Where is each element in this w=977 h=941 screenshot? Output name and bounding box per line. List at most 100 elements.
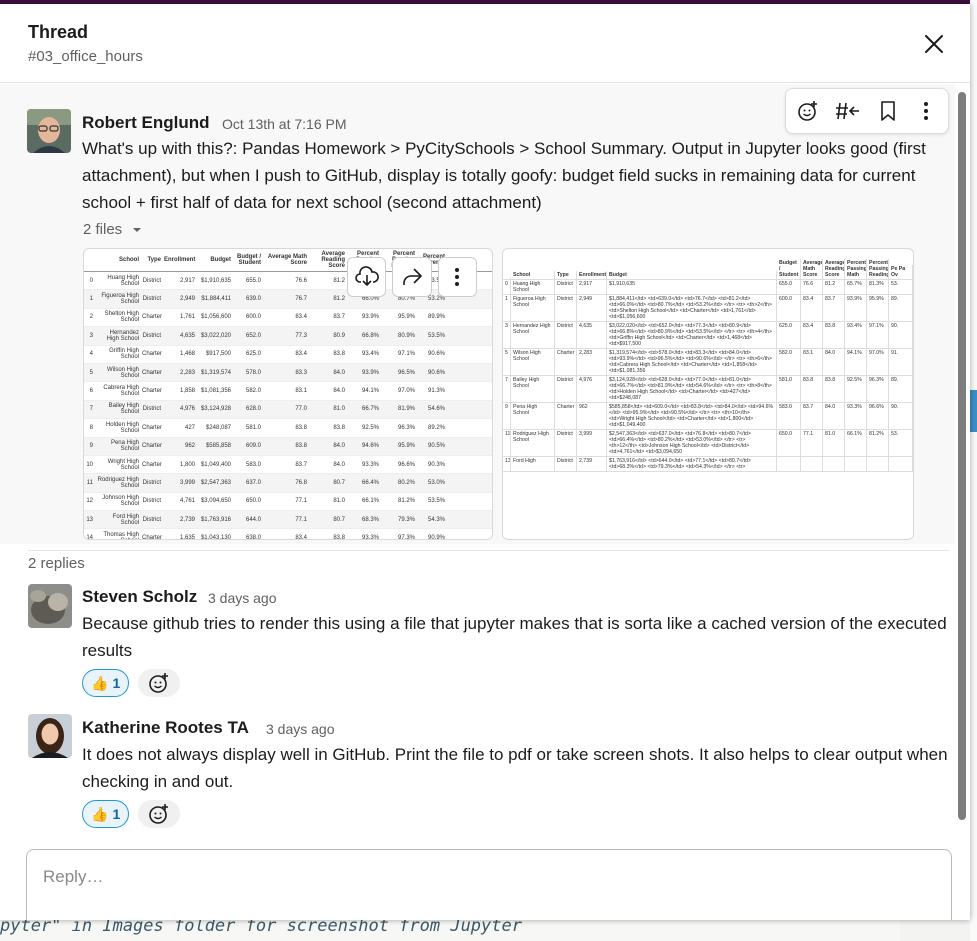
reply-input[interactable] — [41, 866, 925, 888]
table-cell: 4,976 — [179, 406, 195, 413]
table-cell: 93.3% — [361, 461, 379, 468]
table-cell: $3,124,928</td> <td>628.0</td> <td>77.0<… — [607, 376, 777, 402]
table-cell: 2,917 — [577, 280, 607, 294]
more-actions-button[interactable] — [912, 97, 940, 125]
thumbs-up-emoji: 👍 — [91, 674, 109, 691]
table-cell: 4 — [89, 351, 93, 358]
table-cell: 53.5% — [427, 498, 445, 505]
table-cell: 2,739 — [179, 516, 195, 523]
table-cell: Average Math Score — [803, 259, 823, 279]
close-thread-button[interactable] — [918, 28, 950, 60]
table-row: 11 Rodriguez High School District 3,999 $2,5… — [84, 474, 492, 493]
table-cell: Average Reading Score — [321, 251, 345, 269]
table-cell: Budget — [607, 271, 777, 279]
download-cloud-icon — [354, 266, 379, 287]
table-cell: 650.0 — [777, 430, 801, 456]
attachment-jupyter-screenshot[interactable]: School Type Enrollment Budget Budget / Stude… — [83, 248, 493, 540]
table-cell: Charter — [555, 403, 577, 429]
share-file-button[interactable] — [392, 257, 432, 297]
message-author[interactable]: Robert Englund — [82, 113, 209, 133]
table-cell: 83.7 — [295, 461, 307, 468]
table-cell: 76.8 — [295, 479, 307, 486]
table-cell: 962 — [184, 443, 195, 450]
add-reaction-button[interactable] — [794, 97, 822, 125]
table-cell: District — [142, 332, 161, 339]
avatar-image — [28, 714, 72, 758]
table-cell: $1,056,600 — [200, 314, 231, 321]
add-reaction-icon — [798, 101, 817, 121]
table-cell: 12 — [86, 498, 93, 505]
reply-author[interactable]: Katherine Rootes TA — [82, 718, 249, 738]
table-cell: 93.3% — [845, 403, 867, 429]
table-row: 5 Wilson High School Charter 2,283 $1,319,57… — [84, 363, 492, 383]
avatar-katherine-rootes[interactable] — [28, 714, 72, 758]
download-file-button[interactable] — [347, 257, 387, 297]
table-cell: $917,500 — [205, 351, 231, 358]
table-row: 8 Holden High School Charter 427 $248,087 581… — [84, 419, 492, 438]
table-cell: District — [555, 322, 577, 348]
table-row: 3 Hernandez High School District 4,635 $3,02… — [503, 322, 913, 349]
table-cell: $585,858</td> <td>609.0</td> <td>83.8</t… — [607, 403, 777, 429]
table-cell — [867, 457, 889, 471]
thread-scrollbar[interactable] — [955, 88, 968, 824]
table-cell: Hernandez High School — [511, 322, 555, 348]
reaction-count: 1 — [112, 675, 121, 691]
save-message-button[interactable] — [874, 97, 902, 125]
table-cell: 68.3% — [361, 516, 379, 523]
table-cell: 90. — [889, 403, 913, 429]
table-cell: 66.1% — [361, 498, 379, 505]
table-cell: 2,283 — [577, 349, 607, 375]
reply-in-thread-button[interactable] — [834, 97, 862, 125]
table-cell: 96.6% — [867, 403, 889, 429]
message-timestamp[interactable]: Oct 13th at 7:16 PM — [222, 116, 347, 132]
table-cell: 90. — [889, 322, 913, 348]
reaction-thumbs-up[interactable]: 👍 1 — [82, 800, 130, 828]
table-cell: 1,858 — [179, 388, 195, 395]
table-cell: District — [555, 376, 577, 402]
table-cell: 83.4 — [801, 295, 823, 321]
avatar-steven-scholz[interactable] — [28, 584, 72, 628]
table-cell: 84.0 — [333, 461, 345, 468]
file-more-actions-button[interactable] — [437, 257, 477, 297]
scrollbar-thumb[interactable] — [958, 92, 966, 820]
add-reaction-button[interactable] — [138, 669, 180, 697]
table-cell: District — [555, 430, 577, 456]
table-cell: 583.0 — [245, 461, 261, 468]
table-cell: 4,976 — [577, 376, 607, 402]
table-cell: District — [142, 277, 161, 284]
files-toggle[interactable]: 2 files — [83, 221, 142, 238]
avatar-robert-englund[interactable] — [27, 109, 71, 153]
reply-author[interactable]: Steven Scholz — [82, 587, 197, 607]
table-cell: 81.0 — [333, 406, 345, 413]
background-accent — [970, 390, 977, 432]
table-cell: 89.2% — [427, 424, 445, 431]
table-cell: Type — [555, 271, 577, 279]
table-cell: $2,547,363</td> <td>637.0</td> <td>76.8<… — [607, 430, 777, 456]
table-cell: 79.3% — [397, 516, 415, 523]
table-cell: 77.1 — [801, 430, 823, 456]
table-row: 9 Pena High School Charter 962 $585,858 609.0… — [84, 437, 492, 456]
thread-channel-name[interactable]: #03_office_hours — [28, 48, 143, 65]
replies-count: 2 replies — [28, 555, 85, 572]
table-cell: Charter — [142, 351, 163, 358]
table-cell: 93.9% — [845, 295, 867, 321]
table-row: 0 Huang High School District 2,917 $1,910,63… — [503, 280, 913, 295]
add-reaction-button[interactable] — [138, 800, 180, 828]
table-cell: $3,022,020 — [200, 332, 231, 339]
table-cell: 80.9 — [333, 332, 345, 339]
table-cell: Bailey High School — [108, 403, 139, 416]
attachment-github-screenshot[interactable]: School Type Enrollment Budget Budget / Stude… — [502, 248, 914, 540]
reply-timestamp[interactable]: 3 days ago — [266, 721, 335, 737]
github-table: School Type Enrollment Budget Budget / Stude… — [503, 249, 913, 472]
table-cell: Johnson High School — [102, 495, 139, 508]
table-cell: Budget / Student — [777, 259, 801, 279]
table-cell: $1,910,635 — [607, 280, 777, 294]
table-cell: Griffin High School — [109, 348, 139, 361]
reply-timestamp[interactable]: 3 days ago — [208, 590, 277, 606]
table-cell: 80.7 — [333, 479, 345, 486]
table-cell: 962 — [577, 403, 607, 429]
table-row: 13 Ford High District 2,739 $1,763,916</td> … — [503, 457, 913, 472]
table-cell: Enrollment — [579, 271, 607, 279]
table-cell: Charter — [142, 535, 163, 540]
reaction-thumbs-up[interactable]: 👍 1 — [82, 669, 130, 697]
